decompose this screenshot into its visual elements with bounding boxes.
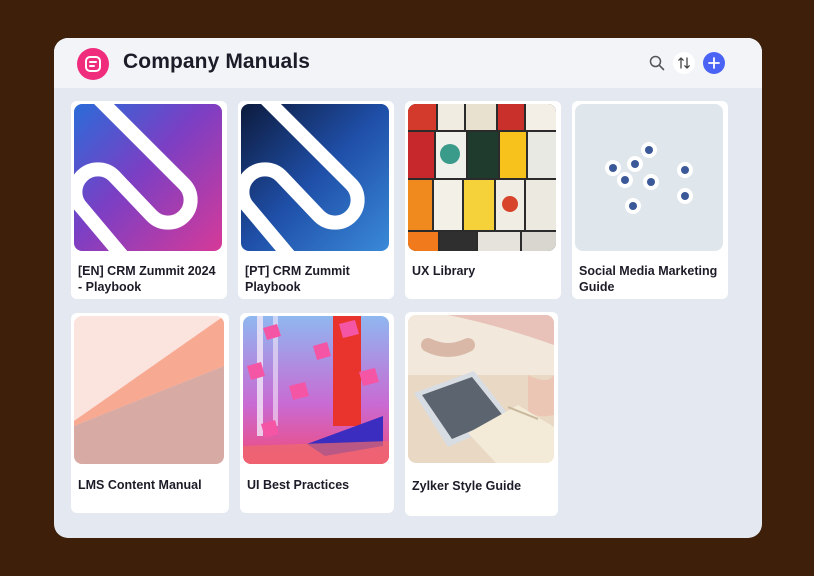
manual-cover-image	[74, 316, 224, 464]
manual-title: UX Library	[412, 264, 476, 278]
manual-cover-image	[408, 104, 556, 251]
manual-cover-image	[241, 104, 389, 251]
manual-card[interactable]: UX Library	[405, 101, 561, 299]
manual-card[interactable]: [EN] CRM Zummit 2024 - Playbook	[71, 101, 227, 299]
app-window: Company Manuals [EN] CRM Zummit 2024 - P…	[54, 38, 762, 538]
manual-card[interactable]: Zylker Style Guide	[405, 312, 558, 516]
manual-title: [PT] CRM Zummit Playbook	[245, 264, 350, 294]
manual-card[interactable]: LMS Content Manual	[71, 313, 229, 513]
search-button[interactable]	[646, 52, 668, 74]
manual-card[interactable]: UI Best Practices	[240, 313, 394, 513]
manual-title: Social Media Marketing Guide	[579, 264, 718, 294]
manual-cover-image	[408, 315, 554, 463]
header-bar: Company Manuals	[54, 38, 762, 88]
manual-cover-image	[575, 104, 723, 251]
manual-title: LMS Content Manual	[78, 478, 202, 492]
manual-card[interactable]: Social Media Marketing Guide	[572, 101, 728, 299]
add-manual-button[interactable]	[703, 52, 725, 74]
manual-cover-image	[243, 316, 389, 464]
manual-title: UI Best Practices	[247, 478, 350, 492]
manual-cover-image	[74, 104, 222, 251]
app-logo-icon	[77, 48, 109, 80]
manual-title: [EN] CRM Zummit 2024 - Playbook	[78, 264, 216, 294]
plus-icon	[708, 57, 720, 69]
sort-button[interactable]	[673, 52, 695, 74]
page-title: Company Manuals	[123, 50, 311, 73]
sort-icon	[678, 57, 690, 69]
manual-title: Zylker Style Guide	[412, 479, 522, 493]
manual-card[interactable]: [PT] CRM Zummit Playbook	[238, 101, 394, 299]
search-icon	[649, 55, 665, 71]
